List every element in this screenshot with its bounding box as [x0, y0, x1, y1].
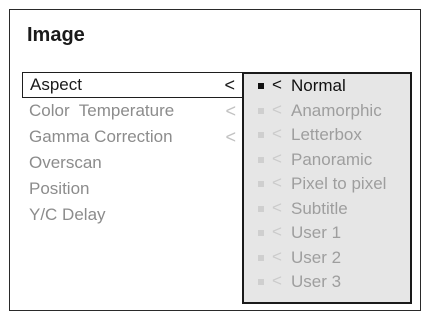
chevron-left-icon: < [272, 173, 282, 192]
page-title: Image [27, 24, 85, 46]
square-bullet-icon [258, 205, 264, 212]
chevron-left-icon: < [225, 127, 236, 147]
square-bullet-icon [258, 254, 264, 261]
submenu-item-normal[interactable]: < Normal [244, 74, 410, 99]
aspect-submenu: < Normal < Anamorphic < Letterbox < Pano… [242, 72, 412, 304]
square-bullet-icon [258, 156, 264, 163]
submenu-item-label: User 1 [291, 223, 342, 242]
square-bullet-icon [258, 107, 264, 114]
submenu-item-pixel-to-pixel[interactable]: < Pixel to pixel [244, 172, 410, 197]
chevron-left-icon: < [272, 148, 282, 168]
submenu-item-user-3[interactable]: < User 3 [244, 270, 410, 295]
submenu-item-panoramic[interactable]: < Panoramic [244, 148, 410, 173]
submenu-item-label: Subtitle [291, 198, 348, 218]
chevron-left-icon: < [272, 124, 282, 143]
menu-item-gamma-correction[interactable]: Gamma Correction < [22, 124, 244, 150]
chevron-left-icon: < [224, 75, 235, 95]
square-bullet-icon [258, 181, 264, 187]
submenu-item-subtitle[interactable]: < Subtitle [244, 197, 410, 222]
submenu-item-label: User 2 [291, 247, 342, 267]
menu-item-label: Color Temperature [29, 101, 175, 120]
menu-item-label: Aspect [30, 75, 82, 94]
menu-item-label: Y/C Delay [29, 205, 106, 224]
submenu-item-letterbox[interactable]: < Letterbox [244, 123, 410, 148]
submenu-item-anamorphic[interactable]: < Anamorphic [244, 99, 410, 124]
chevron-left-icon: < [225, 101, 236, 121]
square-bullet-icon [258, 230, 264, 236]
menu-item-label: Position [29, 179, 90, 198]
submenu-item-label: Letterbox [291, 125, 362, 144]
chevron-left-icon: < [272, 99, 282, 119]
menu-item-aspect[interactable]: Aspect < [22, 72, 244, 98]
submenu-item-label: Pixel to pixel [291, 174, 387, 193]
menu-item-color-temperature[interactable]: Color Temperature < [22, 98, 244, 124]
square-bullet-icon [258, 279, 264, 285]
square-bullet-icon [258, 132, 264, 138]
menu-item-label: Gamma Correction [29, 127, 173, 146]
submenu-item-label: Normal [291, 76, 346, 95]
chevron-left-icon: < [272, 246, 282, 266]
square-bullet-icon [258, 83, 264, 89]
menu-item-position[interactable]: Position [22, 176, 244, 202]
chevron-left-icon: < [272, 222, 282, 241]
menu-item-overscan[interactable]: Overscan [22, 150, 244, 176]
main-menu: Aspect < Color Temperature < Gamma Corre… [22, 72, 244, 228]
chevron-left-icon: < [272, 75, 282, 94]
menu-item-yc-delay[interactable]: Y/C Delay [22, 202, 244, 228]
chevron-left-icon: < [272, 271, 282, 290]
submenu-item-label: Panoramic [291, 149, 373, 169]
submenu-item-label: User 3 [291, 272, 342, 291]
submenu-item-user-1[interactable]: < User 1 [244, 221, 410, 246]
chevron-left-icon: < [272, 197, 282, 217]
menu-item-label: Overscan [29, 153, 102, 172]
submenu-item-user-2[interactable]: < User 2 [244, 246, 410, 271]
submenu-item-label: Anamorphic [291, 100, 382, 120]
